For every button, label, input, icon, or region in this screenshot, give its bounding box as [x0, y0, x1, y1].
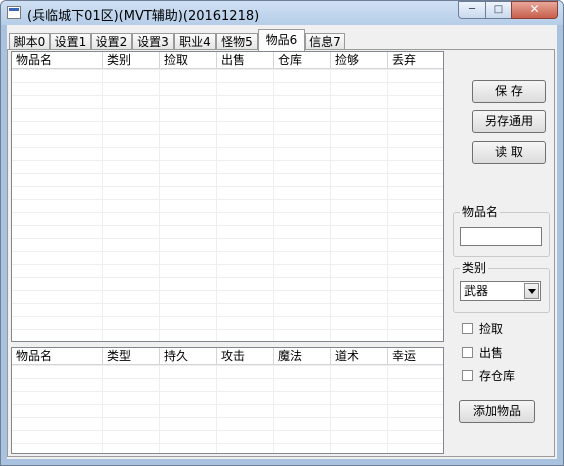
pickup-checkbox-label[interactable]: 捡取: [479, 321, 503, 337]
col-taoism[interactable]: 道术: [331, 348, 388, 364]
tab-settings3[interactable]: 设置3: [132, 33, 174, 50]
item-name-input[interactable]: [460, 227, 542, 246]
minimize-button[interactable]: ─: [458, 1, 486, 19]
item-name-group-label: 物品名: [460, 205, 501, 219]
col-discard[interactable]: 丢弃: [388, 52, 443, 68]
category-selected-value: 武器: [464, 284, 489, 298]
tab-info7[interactable]: 信息7: [305, 33, 345, 50]
chevron-down-icon[interactable]: [524, 283, 539, 299]
load-button[interactable]: 读 取: [472, 141, 546, 164]
store-warehouse-checkbox-box[interactable]: [462, 370, 473, 381]
col-sell[interactable]: 出售: [217, 52, 274, 68]
col-pick-enough[interactable]: 捡够: [331, 52, 388, 68]
title-bar[interactable]: (兵临城下01区)(MVT辅助)(20161218) ─ □ ✕: [1, 1, 563, 25]
tab-monster5[interactable]: 怪物5: [216, 33, 258, 50]
window-title: (兵临城下01区)(MVT辅助)(20161218): [27, 9, 260, 24]
save-button[interactable]: 保 存: [472, 80, 546, 103]
sell-checkbox-box[interactable]: [462, 347, 473, 358]
col-pickup[interactable]: 捡取: [160, 52, 217, 68]
tab-settings1[interactable]: 设置1: [50, 33, 91, 50]
stats-list-body[interactable]: [12, 365, 443, 453]
sell-checkbox-label[interactable]: 出售: [479, 345, 503, 361]
client-area: 脚本0 设置1 设置2 设置3 职业4 怪物5 物品6 信息7 物品名 类别 捡…: [7, 25, 557, 459]
add-item-button[interactable]: 添加物品: [459, 400, 535, 423]
col-luck[interactable]: 幸运: [388, 348, 443, 364]
col-durability[interactable]: 持久: [160, 348, 217, 364]
close-button[interactable]: ✕: [511, 1, 558, 19]
items-tab-panel: 物品名 类别 捡取 出售 仓库 捡够 丢弃 物品名 类型 持久 攻击 魔法 道术…: [7, 49, 555, 457]
items-list-body[interactable]: [12, 69, 443, 341]
col-category[interactable]: 类别: [103, 52, 160, 68]
main-window: (兵临城下01区)(MVT辅助)(20161218) ─ □ ✕ 脚本0 设置1…: [0, 0, 564, 466]
save-as-common-button[interactable]: 另存通用: [472, 110, 546, 133]
category-select[interactable]: 武器: [460, 281, 541, 301]
item-stats-listview[interactable]: 物品名 类型 持久 攻击 魔法 道术 幸运: [11, 347, 444, 454]
col-attack[interactable]: 攻击: [217, 348, 274, 364]
col-warehouse[interactable]: 仓库: [274, 52, 331, 68]
tab-items6[interactable]: 物品6: [258, 29, 305, 51]
category-group-label: 类别: [460, 261, 489, 275]
tab-profession4[interactable]: 职业4: [174, 33, 216, 50]
tab-settings2[interactable]: 设置2: [91, 33, 132, 50]
store-warehouse-checkbox-label[interactable]: 存仓库: [479, 368, 515, 384]
col-type[interactable]: 类型: [103, 348, 160, 364]
app-icon[interactable]: [7, 6, 21, 19]
pickup-checkbox-box[interactable]: [462, 323, 473, 334]
tab-script0[interactable]: 脚本0: [9, 33, 50, 50]
col-item-name[interactable]: 物品名: [12, 52, 103, 68]
maximize-button[interactable]: □: [485, 1, 512, 19]
items-list-header: 物品名 类别 捡取 出售 仓库 捡够 丢弃: [12, 52, 443, 69]
category-group: 类别 武器: [453, 261, 550, 313]
stats-list-header: 物品名 类型 持久 攻击 魔法 道术 幸运: [12, 348, 443, 365]
col-stat-item-name[interactable]: 物品名: [12, 348, 103, 364]
col-magic[interactable]: 魔法: [274, 348, 331, 364]
item-name-group: 物品名: [453, 205, 550, 257]
items-listview[interactable]: 物品名 类别 捡取 出售 仓库 捡够 丢弃: [11, 51, 444, 342]
